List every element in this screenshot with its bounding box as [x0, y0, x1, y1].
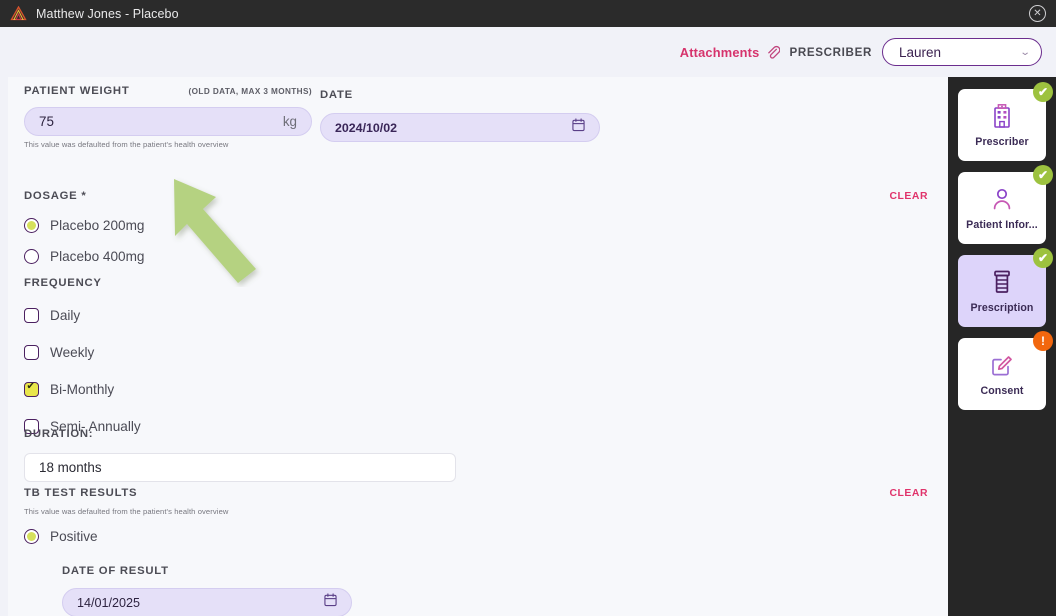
radio-icon[interactable]: [24, 218, 39, 233]
date-input[interactable]: 2024/10/02: [320, 113, 600, 142]
date-value: 2024/10/02: [335, 120, 398, 135]
calendar-icon[interactable]: [324, 593, 337, 612]
status-badge: !: [1033, 331, 1053, 351]
frequency-option-label: Daily: [50, 308, 81, 323]
title-bar: Matthew Jones - Placebo ✕: [0, 0, 1056, 27]
date-of-result-group: DATE OF RESULT 14/01/2025: [62, 561, 360, 616]
frequency-option-0[interactable]: Daily: [24, 304, 928, 327]
date-of-result-input[interactable]: 14/01/2025: [62, 588, 352, 616]
status-badge: ✔: [1033, 165, 1053, 185]
attachments-link[interactable]: Attachments: [680, 45, 760, 60]
frequency-label: FREQUENCY: [24, 277, 102, 289]
frequency-option-1[interactable]: Weekly: [24, 341, 928, 364]
paperclip-icon[interactable]: [766, 45, 781, 60]
wizard-step-rail: ✔ Prescriber ✔ Patient Infor... ✔ Prescr…: [948, 77, 1056, 616]
tb-option-label: Positive: [50, 529, 98, 544]
duration-input[interactable]: 18 months: [24, 453, 456, 482]
tb-test-clear-button[interactable]: CLEAR: [889, 488, 928, 499]
prescription-form: PATIENT WEIGHT (OLD DATA, MAX 3 MONTHS) …: [8, 77, 948, 616]
checkbox-icon[interactable]: [24, 308, 39, 323]
radio-icon[interactable]: [24, 529, 39, 544]
frequency-option-label: Bi-Monthly: [50, 382, 115, 397]
person-icon: [991, 186, 1013, 212]
sidebar-item-label: Prescription: [970, 301, 1034, 314]
sidebar-item-patient-information[interactable]: ✔ Patient Infor...: [958, 165, 1053, 244]
dosage-option-label: Placebo 200mg: [50, 218, 145, 233]
window-title: Matthew Jones - Placebo: [36, 6, 179, 21]
sidebar-item-prescriber[interactable]: ✔ Prescriber: [958, 82, 1053, 161]
page-body: Attachments PRESCRIBER Lauren ⌄ PATIENT …: [0, 27, 1056, 616]
dosage-group: DOSAGE * CLEAR Placebo 200mg Placebo 400…: [24, 190, 928, 268]
tb-test-hint: This value was defaulted from the patien…: [24, 507, 229, 516]
dosage-clear-button[interactable]: CLEAR: [889, 191, 928, 202]
frequency-group: FREQUENCY Daily Weekly Bi-Monthly: [24, 273, 928, 438]
sidebar-item-label: Consent: [980, 384, 1024, 397]
date-group: DATE 2024/10/02: [320, 85, 600, 142]
sidebar-item-label: Patient Infor...: [966, 218, 1038, 231]
hospital-building-icon: [991, 103, 1013, 129]
prescriber-value: Lauren: [899, 44, 942, 60]
duration-label: DURATION:: [24, 428, 94, 440]
close-icon[interactable]: ✕: [1029, 5, 1046, 22]
sidebar-item-label: Prescriber: [975, 135, 1029, 148]
checkbox-icon[interactable]: [24, 381, 39, 397]
frequency-option-label: Weekly: [50, 345, 95, 360]
dosage-option-0[interactable]: Placebo 200mg: [24, 214, 928, 237]
status-badge: ✔: [1033, 82, 1053, 102]
patient-weight-hint: This value was defaulted from the patien…: [24, 140, 229, 149]
prescriber-select[interactable]: Lauren ⌄: [882, 38, 1042, 66]
mountain-logo-icon: [10, 6, 27, 21]
dosage-label: DOSAGE *: [24, 190, 87, 202]
patient-weight-label: PATIENT WEIGHT: [24, 85, 130, 97]
frequency-option-2[interactable]: Bi-Monthly: [24, 378, 928, 401]
patient-weight-value: 75: [39, 114, 54, 129]
tb-test-label: TB TEST RESULTS: [24, 487, 138, 499]
date-label: DATE: [320, 89, 353, 101]
patient-weight-group: PATIENT WEIGHT (OLD DATA, MAX 3 MONTHS) …: [24, 85, 312, 149]
sidebar-item-prescription[interactable]: ✔ Prescription: [958, 248, 1053, 327]
radio-icon[interactable]: [24, 249, 39, 264]
date-of-result-label: DATE OF RESULT: [62, 565, 169, 577]
tb-option-0[interactable]: Positive: [24, 525, 928, 548]
weight-unit: kg: [282, 114, 297, 129]
top-action-bar: Attachments PRESCRIBER Lauren ⌄: [0, 27, 1056, 77]
edit-pencil-square-icon: [991, 352, 1013, 378]
date-of-result-value: 14/01/2025: [77, 595, 141, 610]
duration-value: 18 months: [39, 460, 102, 475]
duration-group: DURATION: 18 months: [24, 424, 456, 482]
app-window: Matthew Jones - Placebo ✕ Attachments PR…: [0, 0, 1056, 616]
sidebar-item-consent[interactable]: ! Consent: [958, 331, 1053, 410]
calendar-icon[interactable]: [572, 118, 585, 137]
checkbox-icon[interactable]: [24, 345, 39, 360]
dosage-option-label: Placebo 400mg: [50, 249, 145, 264]
chevron-down-icon: ⌄: [1019, 46, 1031, 58]
prescriber-label: PRESCRIBER: [789, 45, 872, 59]
patient-weight-note: (OLD DATA, MAX 3 MONTHS): [188, 87, 312, 96]
pill-bottle-icon: [992, 269, 1012, 295]
dosage-option-1[interactable]: Placebo 400mg: [24, 245, 928, 268]
status-badge: ✔: [1033, 248, 1053, 268]
tb-test-group: TB TEST RESULTS CLEAR This value was def…: [24, 487, 928, 616]
patient-weight-input[interactable]: 75 kg: [24, 107, 312, 136]
